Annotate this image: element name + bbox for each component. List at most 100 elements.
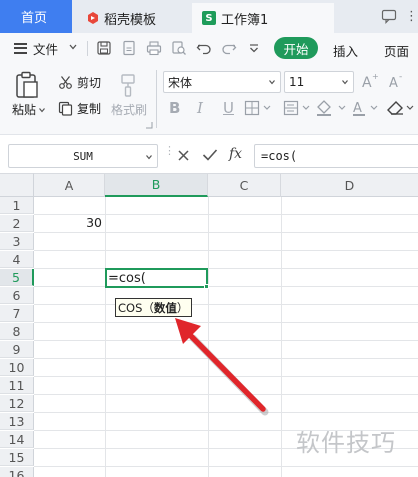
fill-color-icon[interactable]: [315, 99, 349, 117]
insert-function-button[interactable]: fx: [229, 146, 242, 162]
grid-line: [34, 232, 418, 233]
paste-label: 粘贴: [12, 103, 37, 117]
underline-button[interactable]: U: [223, 99, 234, 117]
spreadsheet-window: 首页 稻壳模板 S 工作簿1 ⋮ 文件 开始 插入 页面布 粘贴 剪切 复制 格…: [0, 0, 418, 477]
font-size-select[interactable]: 11: [284, 71, 354, 93]
print-icon[interactable]: [146, 40, 162, 56]
column-headers: A B C D: [34, 173, 418, 197]
svg-text:+: +: [372, 72, 379, 81]
copy-label: 复制: [77, 102, 102, 116]
row-header-6[interactable]: 6: [0, 287, 34, 304]
copy-icon: [58, 101, 73, 116]
column-header-b[interactable]: B: [105, 174, 208, 197]
decrease-font-icon[interactable]: A-: [388, 72, 406, 90]
save-icon[interactable]: [96, 40, 112, 56]
tab-template[interactable]: 稻壳模板: [74, 3, 188, 33]
row-header-3[interactable]: 3: [0, 233, 34, 250]
chevron-down-icon: [269, 80, 275, 85]
tab-home[interactable]: 首页: [0, 0, 72, 33]
row-header-5[interactable]: 5: [0, 269, 34, 286]
cut-label: 剪切: [77, 76, 102, 90]
row-header-7[interactable]: 7: [0, 305, 34, 322]
drag-handle[interactable]: ⋮: [164, 145, 175, 164]
tab-template-label: 稻壳模板: [104, 12, 157, 28]
font-size-value: 11: [289, 75, 305, 89]
eraser-icon[interactable]: [385, 98, 418, 118]
export-pdf-icon[interactable]: [121, 40, 137, 56]
row-header-10[interactable]: 10: [0, 359, 34, 376]
svg-text:A: A: [389, 76, 398, 90]
italic-button[interactable]: I: [197, 99, 203, 117]
tooltip-function: COS: [118, 300, 143, 315]
divider: [87, 41, 88, 56]
scissors-icon: [59, 76, 72, 89]
svg-text:A: A: [353, 101, 362, 116]
message-icon[interactable]: [381, 8, 397, 24]
paste-button[interactable]: 粘贴: [12, 101, 46, 118]
name-box[interactable]: SUM: [8, 144, 158, 168]
tab-workbook-label: 工作簿1: [221, 12, 269, 28]
formula-input[interactable]: =cos(: [254, 144, 418, 168]
expand-icon[interactable]: [145, 121, 153, 129]
docer-logo-icon: [88, 12, 98, 24]
row-header-1[interactable]: 1: [0, 197, 34, 214]
more-icon[interactable]: ⋮: [405, 10, 418, 24]
chevron-down-icon: [39, 107, 45, 112]
grid-line: [34, 250, 418, 251]
annotation-arrow: [175, 318, 269, 416]
tab-start[interactable]: 开始: [274, 37, 318, 59]
font-name-select[interactable]: 宋体: [163, 71, 281, 93]
paste-icon[interactable]: [14, 71, 40, 99]
watermark: 软件技巧: [296, 429, 396, 457]
select-all-corner[interactable]: [0, 173, 34, 197]
print-preview-icon[interactable]: [171, 40, 187, 56]
grid-line: [34, 466, 418, 467]
row-header-11[interactable]: 11: [0, 377, 34, 394]
row-header-12[interactable]: 12: [0, 395, 34, 412]
chevron-down-icon: [146, 155, 152, 160]
column-header-a[interactable]: A: [34, 174, 105, 197]
divider: [156, 70, 157, 128]
row-header-16[interactable]: 16: [0, 467, 34, 477]
bold-button[interactable]: B: [169, 99, 180, 117]
row-header-2[interactable]: 2: [0, 215, 34, 232]
increase-font-icon[interactable]: A +: [361, 72, 379, 90]
format-painter-label: 格式刷: [111, 103, 148, 117]
svg-text:A: A: [362, 75, 372, 90]
chevron-down-icon[interactable]: [68, 42, 78, 52]
row-header-9[interactable]: 9: [0, 341, 34, 358]
column-header-c[interactable]: C: [208, 174, 281, 197]
row-header-8[interactable]: 8: [0, 323, 34, 340]
cut-button[interactable]: 剪切: [58, 74, 101, 91]
confirm-icon[interactable]: [202, 148, 218, 162]
chevron-down-icon: [342, 80, 348, 85]
row-header-4[interactable]: 4: [0, 251, 34, 268]
fill-handle[interactable]: [204, 284, 209, 289]
row-header-15[interactable]: 15: [0, 449, 34, 466]
format-painter-icon[interactable]: [117, 73, 139, 97]
file-menu-button[interactable]: 文件: [14, 39, 58, 57]
font-color-icon[interactable]: A: [352, 99, 380, 117]
undo-icon[interactable]: [196, 40, 212, 56]
tooltip-paren-open: （: [142, 300, 154, 315]
grid-line: [105, 197, 106, 477]
border-icon[interactable]: [244, 100, 274, 116]
tab-workbook[interactable]: S 工作簿1: [192, 3, 334, 33]
cancel-icon[interactable]: [177, 149, 190, 162]
copy-button[interactable]: 复制: [58, 100, 101, 117]
hamburger-icon: [14, 42, 27, 54]
name-box-value: SUM: [73, 149, 93, 163]
customize-toolbar-icon[interactable]: [248, 43, 260, 54]
grid-line: [34, 304, 418, 305]
column-header-d[interactable]: D: [281, 174, 418, 197]
cell-a2[interactable]: 30: [34, 214, 105, 231]
file-menu-label: 文件: [33, 41, 59, 57]
row-header-14[interactable]: 14: [0, 431, 34, 448]
font-name-value: 宋体: [168, 75, 193, 90]
redo-icon[interactable]: [221, 40, 237, 56]
grid-line: [34, 286, 418, 287]
cell-b5-active[interactable]: =cos(: [105, 268, 208, 288]
merge-cells-icon[interactable]: [283, 100, 313, 116]
row-header-13[interactable]: 13: [0, 413, 34, 430]
tab-insert[interactable]: 插入: [333, 41, 358, 60]
